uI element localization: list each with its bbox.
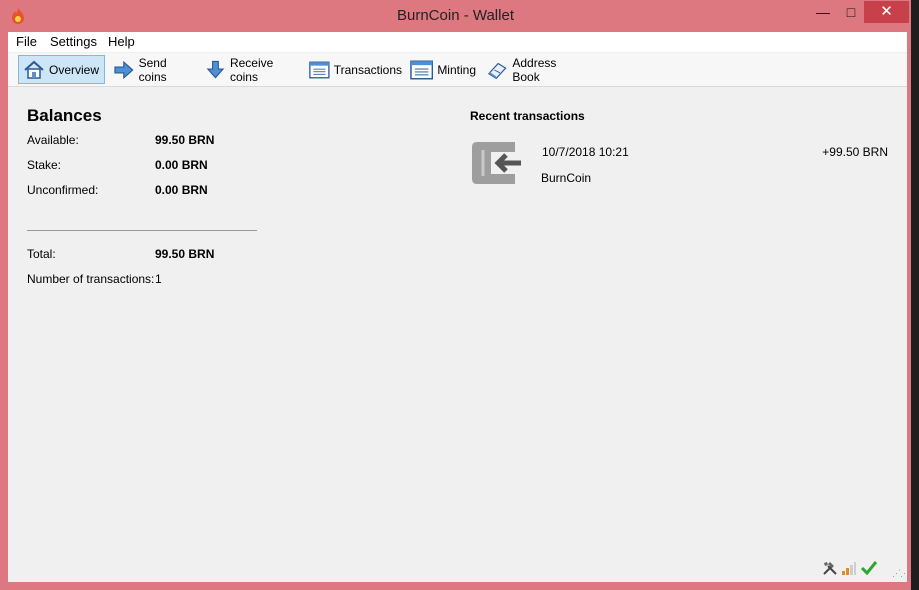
- list-icon: [309, 61, 330, 78]
- tab-minting-label: Minting: [437, 62, 476, 77]
- tx-count-value: 1: [155, 272, 162, 286]
- total-value: 99.50 BRN: [155, 247, 215, 261]
- transaction-label: BurnCoin: [541, 171, 592, 185]
- tab-overview[interactable]: Overview: [18, 55, 105, 84]
- available-label: Available:: [27, 133, 79, 147]
- tx-count-label: Number of transactions:: [27, 272, 155, 286]
- tab-send-coins-label: Send coins: [138, 55, 167, 84]
- available-value: 99.50 BRN: [155, 133, 215, 147]
- home-icon: [24, 60, 44, 79]
- transaction-date: 10/7/2018 10:21: [542, 145, 629, 159]
- address-book-icon: [487, 62, 507, 79]
- tab-overview-label: Overview: [49, 62, 100, 77]
- tab-transactions-label: Transactions: [333, 62, 402, 77]
- synced-check-icon[interactable]: [860, 560, 878, 576]
- stake-label: Stake:: [27, 158, 62, 172]
- unconfirmed-label: Unconfirmed:: [27, 183, 99, 197]
- stake-value: 0.00 BRN: [155, 158, 208, 172]
- balances-heading: Balances: [27, 106, 102, 125]
- toolbar: Overview Send coins Receive coins Transa…: [8, 53, 907, 87]
- tab-transactions[interactable]: Transactions: [305, 55, 402, 84]
- tab-minting[interactable]: Minting: [406, 55, 476, 84]
- connections-bars-icon[interactable]: [841, 560, 857, 576]
- total-label: Total:: [27, 247, 56, 261]
- title-bar[interactable]: BurnCoin - Wallet — □ ✕: [0, 0, 911, 32]
- transaction-amount: +99.50 BRN: [822, 145, 888, 159]
- tab-receive-coins-label: Receive coins: [229, 55, 274, 84]
- desktop-background: [911, 0, 919, 590]
- status-bar-icons: [822, 560, 878, 576]
- receive-arrow-icon: [206, 60, 225, 78]
- window-title: BurnCoin - Wallet: [397, 7, 514, 24]
- recent-transactions-heading: Recent transactions: [470, 109, 585, 123]
- staking-tools-icon[interactable]: [822, 560, 838, 576]
- menu-help[interactable]: Help: [108, 34, 135, 49]
- menu-bar: File Settings Help: [8, 32, 907, 52]
- tab-address-book-label: Address Book: [512, 55, 557, 84]
- send-arrow-icon: [114, 60, 134, 79]
- tab-receive-coins[interactable]: Receive coins: [201, 55, 301, 84]
- resize-grip[interactable]: ⋰⋰: [892, 568, 909, 579]
- app-window: BurnCoin - Wallet — □ ✕ File Settings He…: [0, 0, 911, 590]
- balances-divider: [27, 230, 257, 231]
- menu-file[interactable]: File: [16, 34, 37, 49]
- unconfirmed-value: 0.00 BRN: [155, 183, 208, 197]
- minting-list-icon: [410, 60, 434, 79]
- maximize-button[interactable]: □: [838, 1, 864, 23]
- menu-settings[interactable]: Settings: [50, 34, 97, 49]
- tab-send-coins[interactable]: Send coins: [109, 55, 197, 84]
- minimize-button[interactable]: —: [808, 1, 838, 23]
- client-area: File Settings Help Overview Send coins R…: [8, 32, 909, 582]
- tab-address-book[interactable]: Address Book: [482, 55, 582, 84]
- close-button[interactable]: ✕: [864, 1, 909, 23]
- receive-arrow-icon: [472, 142, 521, 184]
